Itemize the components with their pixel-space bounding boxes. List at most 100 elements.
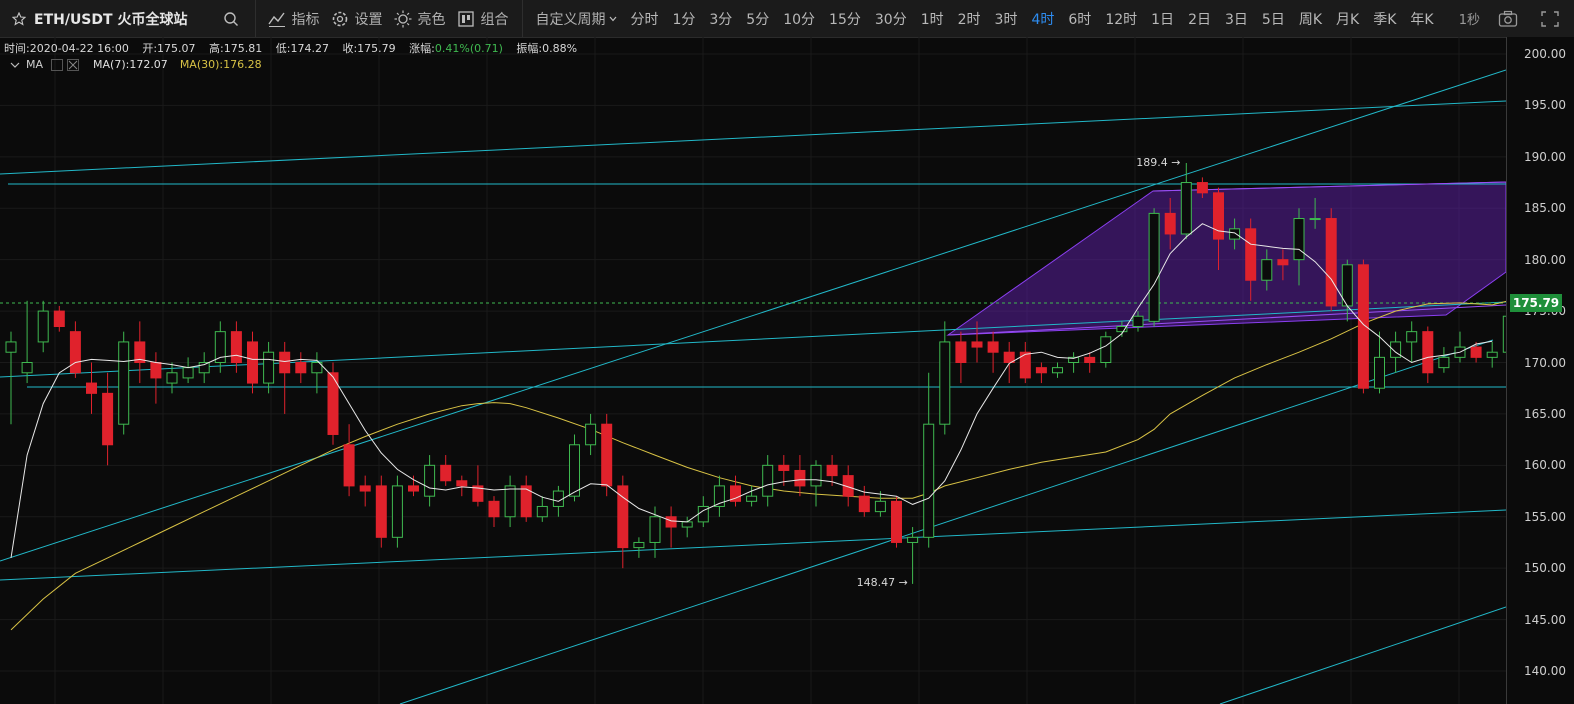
period-tab[interactable]: 12时 [1105, 9, 1137, 29]
candle-body [408, 485, 419, 492]
refresh-interval[interactable]: 1秒 [1459, 9, 1480, 28]
trendline-top [0, 100, 1506, 175]
candle-body [247, 341, 258, 384]
candle [617, 475, 629, 569]
candle [408, 475, 419, 497]
star-icon[interactable] [12, 11, 26, 26]
period-tab[interactable]: 15分 [829, 9, 861, 29]
period-tab[interactable]: 5分 [746, 9, 769, 29]
info-close: 收:175.79 [342, 42, 396, 55]
candle [1084, 352, 1096, 373]
candle-body [230, 331, 242, 363]
info-low: 低:174.27 [275, 42, 329, 55]
candle [166, 362, 178, 394]
candle-body [37, 310, 49, 343]
candle-body [810, 464, 822, 487]
candle-body [1180, 182, 1192, 235]
period-tab[interactable]: 5日 [1262, 9, 1285, 29]
collapse-chevron-icon[interactable] [10, 61, 20, 69]
candle [665, 506, 677, 548]
candle [697, 496, 709, 528]
candle [279, 341, 291, 414]
candle [1068, 352, 1080, 373]
candle-body [955, 341, 967, 363]
period-tab[interactable]: 分时 [630, 9, 658, 29]
ma-settings-icon[interactable] [51, 58, 64, 71]
period-tab[interactable]: 30分 [875, 9, 907, 29]
period-tab[interactable]: 3分 [709, 9, 732, 29]
candle-body [1100, 336, 1112, 363]
period-tab[interactable]: 月K [1336, 9, 1359, 29]
candle-body [1245, 228, 1257, 281]
period-tab[interactable]: 年K [1410, 9, 1433, 29]
candle [987, 331, 999, 373]
candle [730, 475, 741, 507]
combo-label: 组合 [480, 11, 509, 28]
period-tab[interactable]: 4时 [1031, 9, 1054, 29]
candle [939, 321, 951, 435]
y-tick-label: 140.00 [1524, 664, 1566, 678]
period-tab[interactable]: 3日 [1225, 9, 1248, 29]
candle [1357, 259, 1369, 394]
low-annotation: 148.47 → [856, 575, 908, 589]
high-annotation: 189.4 → [1136, 156, 1181, 169]
info-open: 开:175.07 [142, 42, 196, 55]
period-tab[interactable]: 1日 [1151, 9, 1174, 29]
custom-period-dropdown[interactable]: 自定义周期 [535, 9, 617, 29]
candle [923, 372, 935, 548]
indicators-button[interactable]: 指标 [268, 9, 319, 29]
candle-body [69, 331, 81, 374]
trendlines[interactable] [0, 69, 1506, 704]
period-tab[interactable]: 10分 [783, 9, 815, 29]
candle-body [1390, 341, 1402, 358]
camera-icon[interactable] [1498, 10, 1518, 28]
trendline-low [0, 509, 1506, 581]
fullscreen-icon[interactable] [1540, 10, 1560, 28]
y-tick-label: 180.00 [1524, 252, 1566, 267]
period-tab[interactable]: 2时 [958, 9, 981, 29]
combo-button[interactable]: 组合 [457, 9, 508, 29]
candle-body [971, 341, 983, 348]
price-axis[interactable]: 200.00195.00190.00185.00180.00175.00170.… [1506, 37, 1574, 704]
candle-body [923, 423, 935, 538]
candle-body [198, 362, 210, 374]
period-tab[interactable]: 6时 [1068, 9, 1091, 29]
period-tab[interactable]: 季K [1373, 9, 1396, 29]
candle-body [21, 362, 33, 374]
candle-body [762, 464, 774, 497]
period-tab[interactable]: 2日 [1188, 9, 1211, 29]
toolbar: ETH/USDT 火币全球站 指标 设置 亮色 组合 自定义周期 分时 1分 3… [0, 0, 1574, 38]
period-tab[interactable]: 1分 [672, 9, 695, 29]
search-icon[interactable] [223, 11, 239, 27]
candle-body [1164, 212, 1176, 235]
symbol-title[interactable]: ETH/USDT 火币全球站 [34, 9, 187, 29]
candle-body [86, 382, 97, 394]
candle-body [1374, 356, 1385, 389]
candle [1406, 321, 1418, 363]
settings-button[interactable]: 设置 [331, 9, 382, 29]
candle-body [424, 464, 436, 497]
period-tab[interactable]: 1时 [921, 9, 944, 29]
period-tab[interactable]: 3时 [995, 9, 1018, 29]
candle [891, 496, 902, 548]
candlestick-chart[interactable] [0, 37, 1506, 704]
candle [601, 413, 613, 497]
candle-body [874, 500, 886, 513]
period-tab[interactable]: 周K [1299, 9, 1322, 29]
candle [391, 475, 403, 548]
candle [1470, 341, 1482, 363]
candle [198, 352, 210, 384]
toolbar-right: 1秒 [1459, 0, 1574, 37]
purple-channel-drawing[interactable] [946, 181, 1506, 336]
y-tick-label: 185.00 [1524, 201, 1566, 216]
candle [472, 465, 484, 507]
candle [1148, 208, 1160, 327]
candle [440, 455, 452, 486]
candle [343, 424, 355, 497]
y-tick-label: 200.00 [1524, 47, 1566, 61]
candle [762, 455, 774, 507]
light-theme-button[interactable]: 亮色 [394, 9, 445, 29]
candle [134, 321, 146, 384]
ma-close-icon[interactable] [67, 58, 80, 71]
candle-body [279, 351, 291, 374]
